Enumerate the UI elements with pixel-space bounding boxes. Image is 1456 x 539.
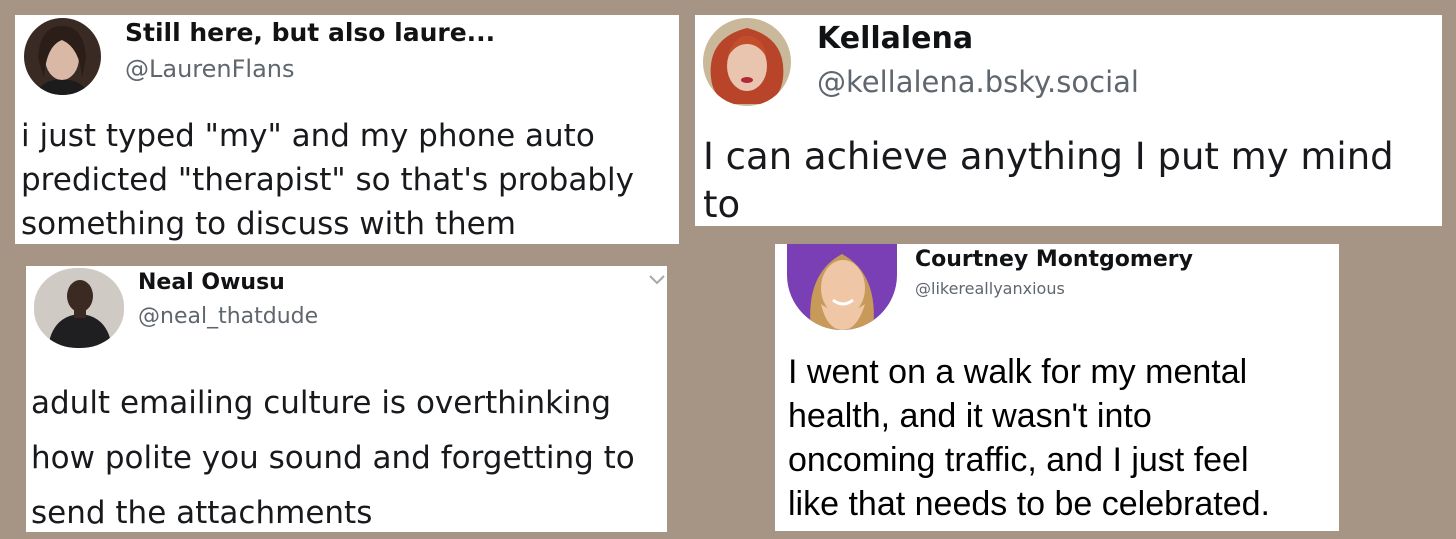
display-name[interactable]: Still here, but also laure... (125, 18, 495, 47)
post-text: i just typed "my" and my phone auto pred… (21, 118, 634, 242)
post-text: I can achieve anything I put my mind to … (703, 135, 1394, 226)
user-handle[interactable]: @kellalena.bsky.social (817, 65, 1139, 99)
chevron-down-icon[interactable] (647, 272, 667, 286)
profile-photo-icon[interactable] (703, 18, 791, 106)
user-handle[interactable]: @likereallyanxious (915, 279, 1065, 298)
profile-photo-icon[interactable] (787, 244, 897, 330)
post-card-kellalena[interactable]: Kellalena @kellalena.bsky.social I can a… (695, 15, 1442, 226)
user-handle[interactable]: @neal_thatdude (138, 304, 318, 329)
display-name[interactable]: Courtney Montgomery (915, 247, 1193, 272)
profile-photo-icon[interactable] (34, 268, 124, 348)
display-name[interactable]: Neal Owusu (138, 270, 285, 295)
user-handle[interactable]: @LaurenFlans (125, 55, 295, 83)
post-card-laurenflans[interactable]: Still here, but also laure... @LaurenFla… (15, 15, 679, 244)
profile-photo-icon[interactable] (24, 18, 101, 95)
post-text: adult emailing culture is overthinking h… (31, 385, 635, 531)
post-text: I went on a walk for my mental health, a… (788, 353, 1270, 523)
post-card-likereallyanxious[interactable]: Courtney Montgomery @likereallyanxious I… (775, 244, 1339, 531)
post-card-neal-thatdude[interactable]: Neal Owusu @neal_thatdude adult emailing… (26, 266, 667, 532)
display-name[interactable]: Kellalena (817, 21, 973, 56)
